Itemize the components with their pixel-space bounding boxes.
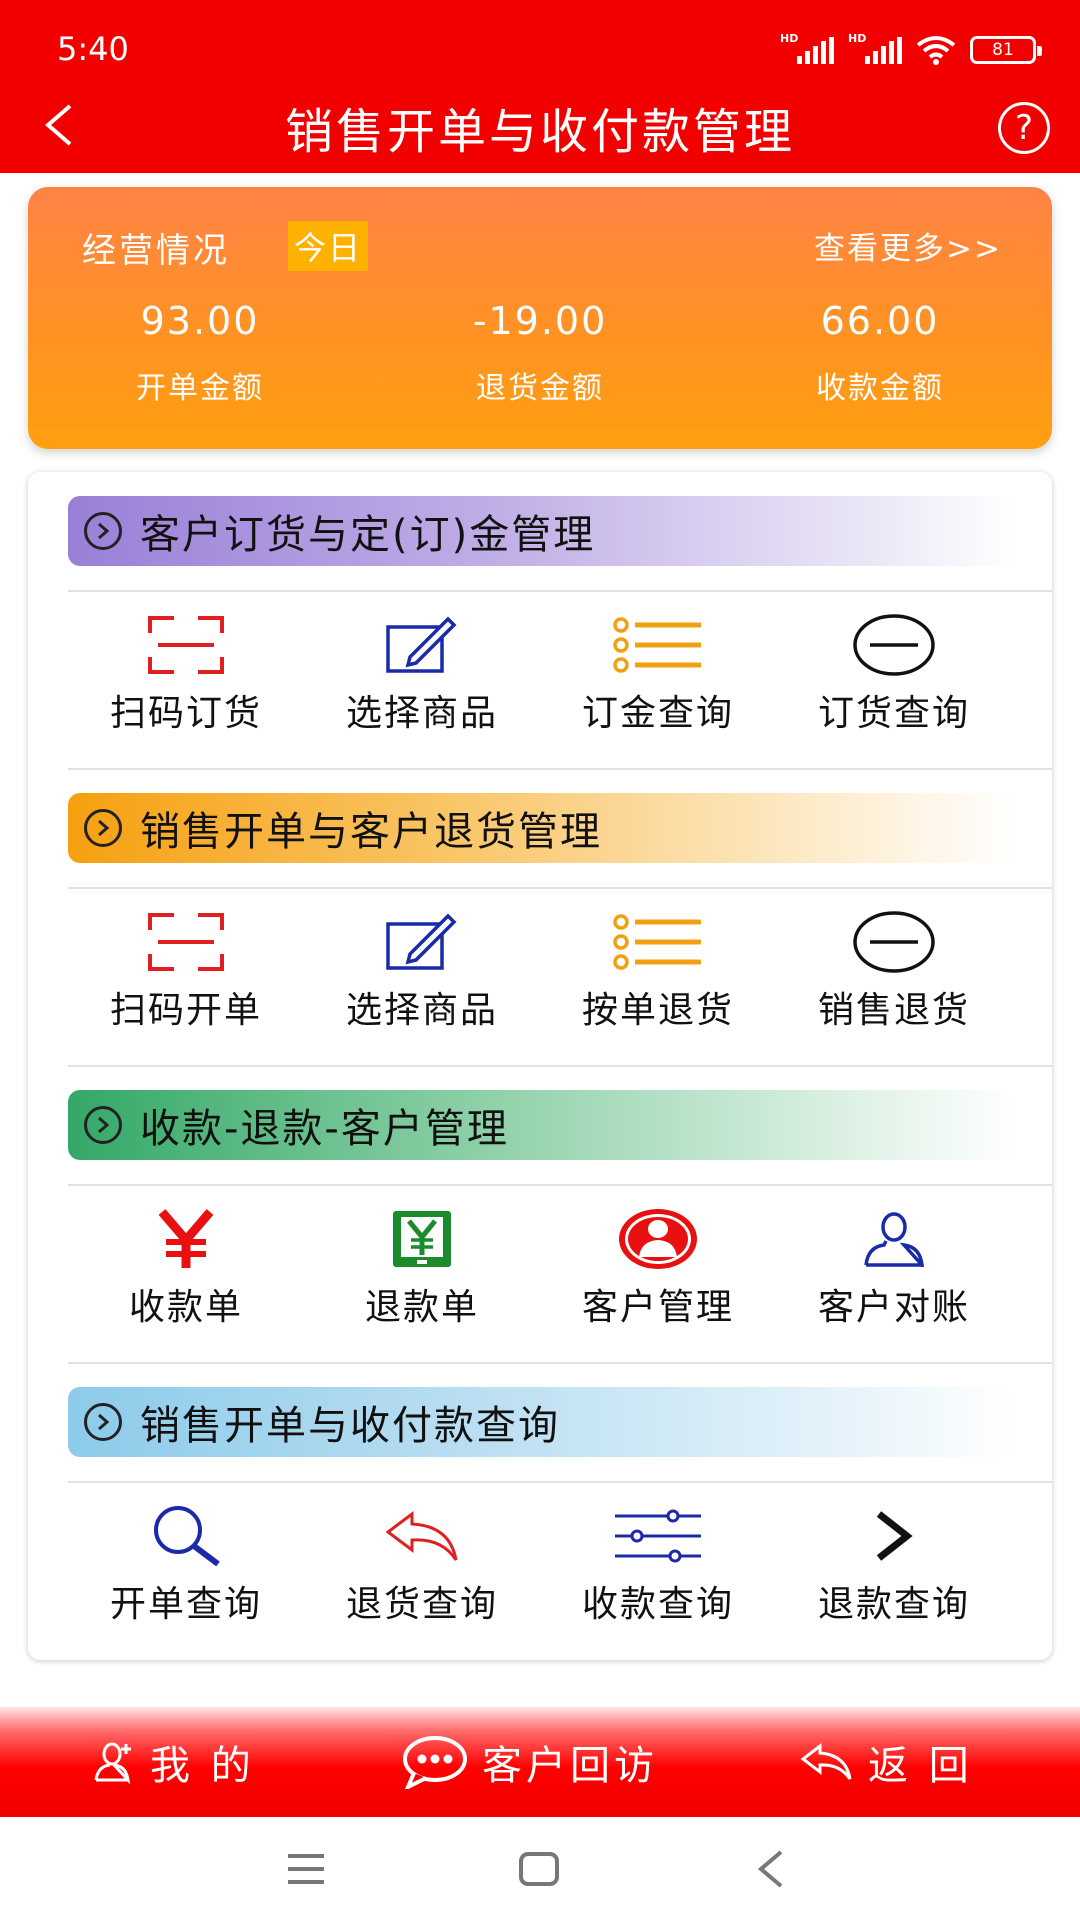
stat-sales-amount[interactable]: 93.00 开单金额 [30, 299, 370, 407]
section-items-orders: 扫码订货 选择商品 订金查询 订货查询 [68, 592, 1012, 752]
minus-circle-icon [849, 907, 939, 977]
section-items-queries: 开单查询 退货查询 收款查询 退款查询 [68, 1483, 1012, 1643]
menu-return-query[interactable]: 退货查询 [304, 1483, 540, 1643]
menu-receipt[interactable]: 收款单 [68, 1186, 304, 1346]
wifi-icon [916, 36, 956, 65]
function-menu-card: 客户订货与定(订)金管理 扫码订货 选择商品 订金查询 订货查询 销售开单与客户… [28, 472, 1052, 1660]
status-icons: HD HD 81 [780, 32, 1042, 68]
top-bar: 5:40 HD HD 81 销售开单与收付款管理 ? [0, 0, 1080, 173]
summary-label: 经营情况 [82, 231, 230, 271]
menu-customer-reconciliation[interactable]: 客户对账 [776, 1186, 1012, 1346]
section-items-sales: 扫码开单 选择商品 按单退货 销售退货 [68, 889, 1012, 1049]
sliders-icon [613, 1501, 703, 1571]
business-summary-card: 经营情况 今日 查看更多>> 93.00 开单金额 -19.00 退货金额 66… [28, 187, 1052, 449]
reply-icon [377, 1501, 467, 1571]
chevron-right-icon [849, 1501, 939, 1571]
chevron-circle-icon [84, 809, 122, 847]
battery-icon: 81 [970, 36, 1042, 64]
minus-circle-icon [849, 610, 939, 680]
menu-order-query[interactable]: 订货查询 [776, 592, 1012, 752]
list-icon [613, 610, 703, 680]
chevron-circle-icon [84, 1403, 122, 1441]
back-nav-icon[interactable] [756, 1849, 786, 1889]
menu-icon[interactable] [286, 1853, 326, 1885]
scan-icon [141, 610, 231, 680]
menu-refund[interactable]: 退款单 [304, 1186, 540, 1346]
yen-icon [141, 1204, 231, 1274]
menu-return-by-order[interactable]: 按单退货 [540, 889, 776, 1049]
chevron-circle-icon [84, 1106, 122, 1144]
stat-receipt-amount[interactable]: 66.00 收款金额 [710, 299, 1050, 407]
customer-visit-button[interactable]: 客户回访 [402, 1707, 658, 1817]
scan-icon [141, 907, 231, 977]
divider [68, 768, 1052, 770]
menu-deposit-query[interactable]: 订金查询 [540, 592, 776, 752]
user-add-icon [94, 1742, 131, 1784]
home-icon[interactable] [518, 1851, 560, 1887]
menu-select-product[interactable]: 选择商品 [304, 889, 540, 1049]
system-nav-bar [0, 1817, 1080, 1920]
period-badge[interactable]: 今日 [288, 221, 369, 271]
section-items-payments: 收款单 退款单 客户管理 客户对账 [68, 1186, 1012, 1346]
search-icon [141, 1501, 231, 1571]
edit-icon [377, 907, 467, 977]
section-header-sales: 销售开单与客户退货管理 [68, 793, 1016, 863]
menu-receipt-query[interactable]: 收款查询 [540, 1483, 776, 1643]
user-circle-icon [613, 1204, 703, 1274]
page-title: 销售开单与收付款管理 [284, 104, 795, 160]
chat-bubble-icon [403, 1736, 467, 1789]
signal-icon: HD [848, 32, 902, 64]
divider [68, 1362, 1052, 1364]
menu-select-product[interactable]: 选择商品 [304, 592, 540, 752]
user-outline-icon [849, 1204, 939, 1274]
divider [68, 1065, 1052, 1067]
edit-icon [377, 610, 467, 680]
menu-scan-order[interactable]: 扫码订货 [68, 592, 304, 752]
chevron-circle-icon [84, 512, 122, 550]
menu-sales-query[interactable]: 开单查询 [68, 1483, 304, 1643]
view-more-link[interactable]: 查看更多>> [814, 223, 1002, 268]
menu-scan-sale[interactable]: 扫码开单 [68, 889, 304, 1049]
list-icon [613, 907, 703, 977]
bottom-action-bar: 我 的 客户回访 返 回 [0, 1707, 1080, 1817]
section-header-queries: 销售开单与收付款查询 [68, 1387, 1016, 1457]
section-header-orders: 客户订货与定(订)金管理 [68, 496, 1016, 566]
menu-customer-management[interactable]: 客户管理 [540, 1186, 776, 1346]
reply-icon [800, 1742, 852, 1780]
section-header-payments: 收款-退款-客户管理 [68, 1090, 1016, 1160]
stat-return-amount[interactable]: -19.00 退货金额 [370, 299, 710, 407]
return-button[interactable]: 返 回 [800, 1707, 973, 1817]
mine-button[interactable]: 我 的 [92, 1707, 255, 1817]
signal-icon: HD [780, 32, 834, 64]
status-time: 5:40 [57, 30, 129, 68]
help-icon[interactable]: ? [998, 102, 1050, 154]
menu-refund-query[interactable]: 退款查询 [776, 1483, 1012, 1643]
yen-tablet-icon [377, 1204, 467, 1274]
menu-sales-return[interactable]: 销售退货 [776, 889, 1012, 1049]
